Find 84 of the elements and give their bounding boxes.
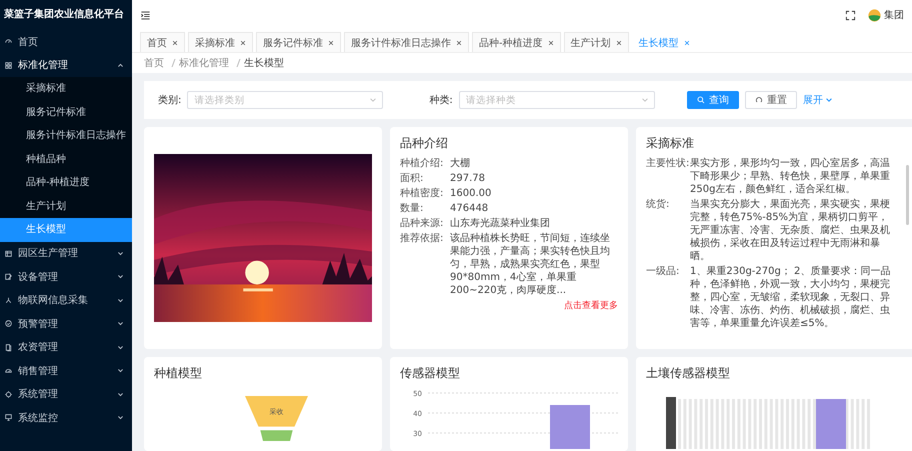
submenu-item[interactable]: 生产计划 (0, 194, 132, 218)
field-label: 推荐依据: (400, 232, 444, 246)
refresh-icon (754, 96, 763, 104)
menu-item[interactable]: 标准化管理 (0, 54, 132, 77)
submenu-item[interactable]: 服务记件标准 (0, 100, 132, 124)
menu-icon (4, 272, 13, 282)
field-value: 果实方形，果形均匀一致，四心室居多，高温下畸形果少；早熟、转色快，果壁厚，单果重250g左右，颜色鲜红，适合采红椒。 (690, 157, 891, 196)
card-title: 采摘标准 (646, 135, 695, 152)
card-title: 传感器模型 (400, 365, 461, 382)
close-icon[interactable] (548, 40, 554, 46)
menu-item[interactable]: 首页 (0, 30, 132, 54)
field-value: 1、果重230g-270g； 2、质量要求：同一品种，色泽鲜艳，外观一致，大小均匀，果梗完整，四心室，无皱缩，柔软现象，无裂口、异味、冷害、冻伤、灼伤、机械破损，腐烂、虫害等，单果重量允许误差≤5%。 (690, 265, 892, 330)
menu-item[interactable]: 设备管理 (0, 265, 132, 288)
menu-item[interactable]: 系统管理 (0, 382, 132, 406)
view-more-link[interactable]: 点击查看更多 (400, 299, 618, 312)
search-icon (696, 96, 705, 104)
user-name[interactable]: 集团 (884, 8, 904, 22)
breadcrumb-item[interactable]: 首页 (144, 56, 164, 70)
field-label: 主要性状: (646, 157, 690, 171)
field-label: 类别: (158, 94, 182, 107)
menu-icon (4, 342, 13, 352)
field-label: 一级品: (646, 265, 680, 279)
menu-icon (4, 366, 13, 376)
field-label: 种植介绍: (400, 157, 444, 170)
field-value: 该品种植株长势旺，节间短，连续坐果能力强，产量高；果实转色快且均匀，早熟，成熟果实亮红色，果型90*80mm，4心室，单果重200~220克，肉厚硬度... (450, 232, 611, 297)
close-icon[interactable] (328, 40, 334, 46)
field-label: 面积: (400, 172, 424, 185)
tab[interactable]: 品种-种植进度 (472, 32, 561, 52)
submenu-item[interactable]: 种植品种 (0, 148, 132, 171)
card-title: 种植模型 (154, 365, 203, 382)
menu-icon[interactable] (140, 10, 151, 20)
chart-bar (550, 405, 590, 449)
menu-icon (4, 390, 13, 399)
breadcrumb-item[interactable]: 标准化管理 (179, 56, 229, 70)
field-label: 品种来源: (400, 217, 444, 230)
close-icon[interactable] (172, 40, 178, 46)
field-value: 山东寿光蔬菜种业集团 (450, 217, 551, 230)
field-label: 数量: (400, 202, 424, 215)
reset-button[interactable]: 重置 (744, 91, 797, 109)
menu-icon (4, 248, 13, 258)
menu-item[interactable]: 园区生产管理 (0, 242, 132, 265)
fullscreen-icon[interactable] (845, 10, 856, 20)
tab[interactable]: 采摘标准 (188, 32, 253, 52)
scrollbar-thumb[interactable] (906, 165, 909, 225)
menu-item[interactable]: 销售管理 (0, 359, 132, 382)
avatar-icon[interactable] (868, 8, 881, 22)
app-title: 菜篮子集团农业信息化平台 (3, 8, 125, 22)
field-label: 种植密度: (400, 187, 444, 200)
caret-icon (640, 96, 649, 104)
tab[interactable]: 首页 (140, 32, 185, 52)
submenu-item[interactable]: 采摘标准 (0, 77, 132, 100)
menu-icon (4, 319, 13, 328)
caret-icon (369, 96, 378, 104)
field-value: 1600.00 (450, 187, 492, 200)
card-title: 土壤传感器模型 (646, 365, 731, 382)
menu-icon (4, 413, 13, 422)
field-label: 统货: (646, 198, 670, 212)
menu-item[interactable]: 农资管理 (0, 336, 132, 359)
close-icon[interactable] (240, 40, 246, 46)
funnel-drawing: 采收 (154, 387, 372, 441)
field-label: 种类: (429, 94, 453, 107)
submenu-item[interactable]: 服务计件标准日志操作 (0, 124, 132, 148)
chevron-icon (824, 96, 833, 104)
menu-icon (4, 296, 13, 305)
tab[interactable]: 服务记件标准 (256, 32, 341, 52)
field-value: 当果实充分膨大，果面光亮，果实硬实，果梗完整，转色75%-85%为宜，果柄切口剪平，无严重冻害、冷害、无杂质、腐烂、虫果及机械损伤，采收在田及转运过程中无雨淋和暴晒。 (690, 198, 891, 263)
tab[interactable]: 生产计划 (564, 32, 629, 52)
close-icon[interactable] (616, 40, 622, 46)
field-value: 297.78 (450, 172, 486, 185)
field-value: 大棚 (450, 157, 471, 170)
close-icon[interactable] (684, 40, 690, 46)
submenu-item[interactable]: 品种-种植进度 (0, 171, 132, 194)
chart-bar (666, 397, 676, 449)
select-field[interactable]: 请选择种类 (458, 91, 655, 109)
menu-item[interactable]: 预警管理 (0, 312, 132, 336)
field-value: 476448 (450, 202, 490, 215)
menu-item[interactable]: 系统监控 (0, 406, 132, 430)
close-icon[interactable] (456, 40, 462, 46)
breadcrumb-item: 生长模型 (244, 56, 284, 70)
select-field[interactable]: 请选择类别 (187, 91, 384, 109)
card-title: 品种介绍 (400, 135, 449, 152)
tab[interactable]: 服务计件标准日志操作 (344, 32, 469, 52)
menu-item[interactable]: 物联网信息采集 (0, 288, 132, 312)
menu-icon (4, 60, 13, 70)
